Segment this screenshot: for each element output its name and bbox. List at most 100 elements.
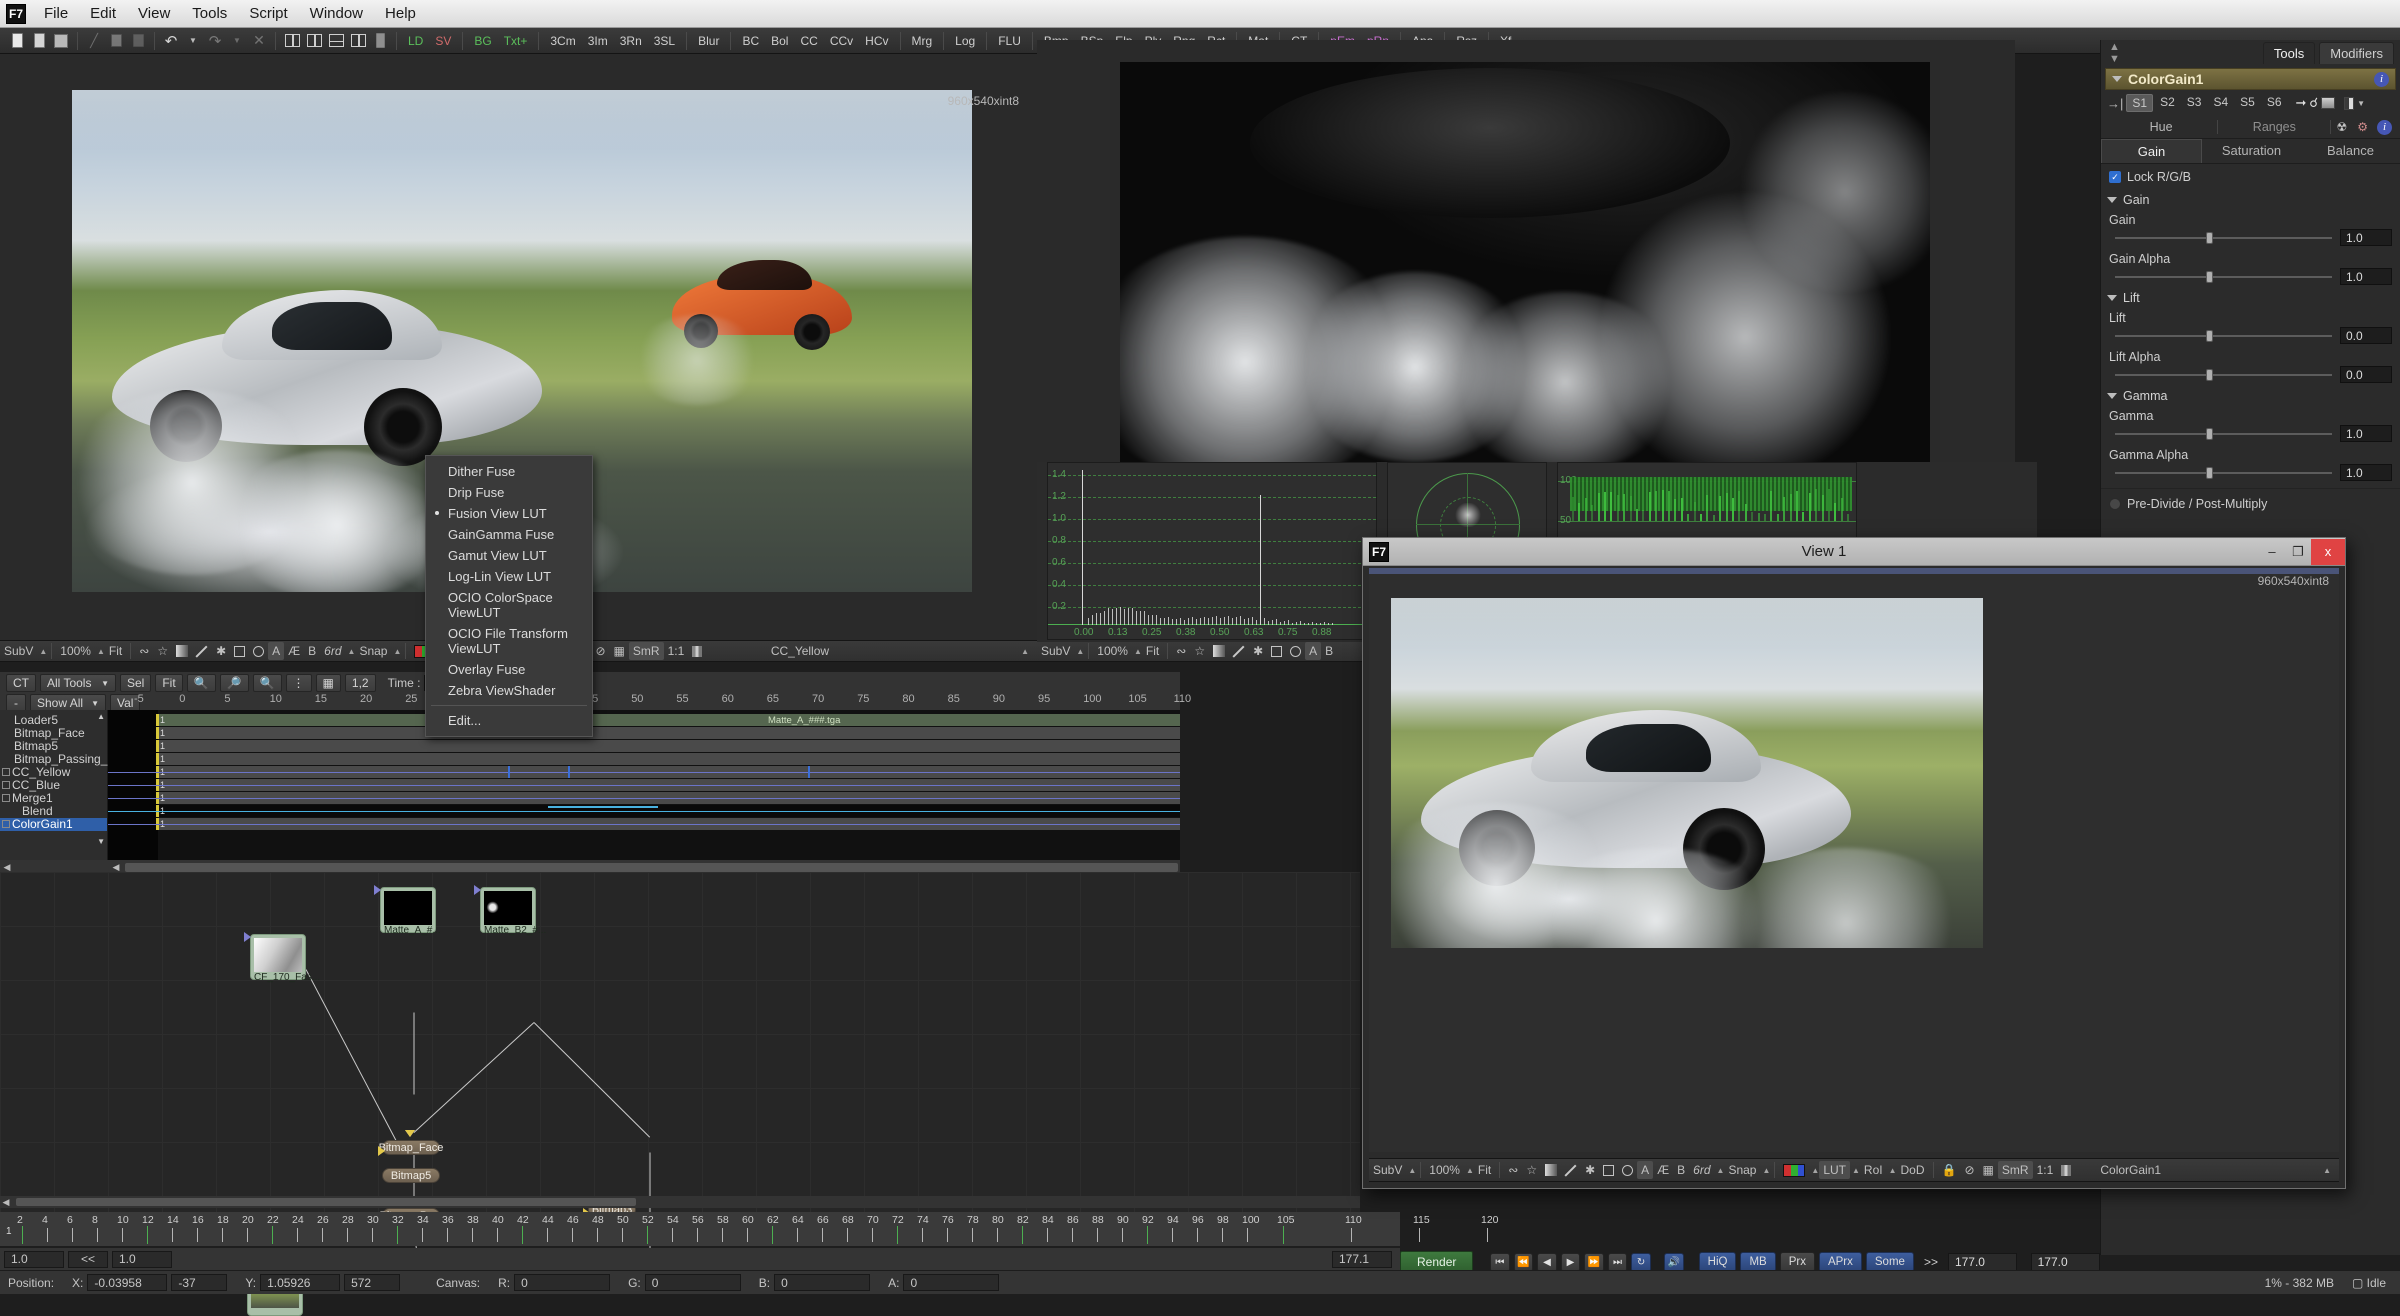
spline-icon[interactable]: ∾ <box>135 642 153 660</box>
toolbar-shortcut-sv[interactable]: SV <box>431 32 455 50</box>
timeline-tree[interactable]: ▲▼Loader5Bitmap_FaceBitmap5Bitmap_Passin… <box>0 710 108 860</box>
close-button[interactable]: x <box>2311 539 2345 565</box>
flow-hscroll[interactable]: ◀ <box>0 1196 1360 1208</box>
spread-icon[interactable]: ⋮ <box>286 674 312 692</box>
pre-divide-row[interactable]: Pre-Divide / Post-Multiply <box>2101 488 2400 519</box>
fast-forward-icon[interactable]: ⏩ <box>1584 1253 1604 1272</box>
view1-ellipse-icon[interactable] <box>1618 1161 1637 1179</box>
pre-divide-checkbox[interactable] <box>2109 498 2121 510</box>
view1-histogram-icon[interactable] <box>2057 1161 2075 1179</box>
tool-header[interactable]: ColorGain1 i <box>2105 68 2396 90</box>
flow-scroll-left-icon[interactable]: ◀ <box>0 1197 12 1208</box>
view1-subview-button[interactable]: SubV <box>1369 1161 1406 1179</box>
slider-handle[interactable] <box>2206 330 2213 342</box>
minimize-button[interactable]: – <box>2259 542 2285 562</box>
node-bitmap-face[interactable]: Bitmap_Face <box>382 1140 440 1155</box>
all-tools-dropdown[interactable]: All Tools▼ <box>40 674 116 692</box>
slider-handle[interactable] <box>2206 467 2213 479</box>
paste-icon[interactable] <box>128 31 148 51</box>
timeline-tracks[interactable]: 111111111Matte_A_###.tga <box>108 710 1180 860</box>
toolbar-shortcut-ccv[interactable]: CCv <box>826 32 857 50</box>
menu-item-view[interactable]: View <box>127 2 181 26</box>
toolbar-shortcut-3rn[interactable]: 3Rn <box>616 32 646 50</box>
group-collapse-icon[interactable] <box>2107 197 2117 203</box>
section-tab-hue[interactable]: Hue <box>2105 116 2217 138</box>
control-value-field[interactable]: 0.0 <box>2340 327 2392 344</box>
transport-mode-prx[interactable]: Prx <box>1780 1252 1815 1272</box>
sel-button[interactable]: Sel <box>120 674 151 692</box>
histogram-scope[interactable]: 1.41.21.00.80.60.40.20.000.130.250.380.5… <box>1047 462 1377 640</box>
view1-rect-icon[interactable] <box>1599 1161 1618 1179</box>
slider-handle[interactable] <box>2206 428 2213 440</box>
state-button-s5[interactable]: S5 <box>2235 94 2260 112</box>
grid-icon[interactable]: ▦ <box>316 674 341 692</box>
scroll-left-icon[interactable]: ◀ <box>0 862 14 873</box>
pen-icon-right[interactable]: ✱ <box>1249 642 1267 660</box>
view1-text-b-button[interactable]: B <box>1673 1161 1689 1179</box>
toolbar-shortcut-3cm[interactable]: 3Cm <box>546 32 579 50</box>
transport-mode-aprx[interactable]: APrx <box>1819 1252 1862 1272</box>
zoom-level[interactable]: 100% <box>56 642 95 660</box>
transport-mode-some[interactable]: Some <box>1866 1252 1914 1272</box>
lut-menu-item-gaingamma-fuse[interactable]: GainGamma Fuse <box>426 524 592 545</box>
pen-icon[interactable]: ✱ <box>212 642 230 660</box>
node-graph[interactable]: Matte_A_#...Matte_B2_#...CF_170_Fas...Bi… <box>0 872 1360 1212</box>
view1-fit-button[interactable]: Fit <box>1474 1161 1495 1179</box>
slider-track[interactable] <box>2115 374 2332 376</box>
lut-menu-item-ocio-file-transform-viewlut[interactable]: OCIO File Transform ViewLUT <box>426 623 592 659</box>
menu-item-tools[interactable]: Tools <box>181 2 238 26</box>
scroll-track-left-icon[interactable]: ◀ <box>109 862 123 873</box>
first-frame-icon[interactable]: ⏮ <box>1490 1253 1510 1272</box>
toolbar-shortcut-log[interactable]: Log <box>951 32 979 50</box>
fit-button-spline[interactable]: Fit <box>155 674 182 692</box>
view1-rgb-channel-chip[interactable] <box>1779 1161 1809 1179</box>
play-icon[interactable]: ▶ <box>1561 1253 1581 1272</box>
timeline-ruler[interactable]: -505101520253035404550556065707580859095… <box>108 692 1180 710</box>
toolbar-shortcut-bg[interactable]: BG <box>470 32 495 50</box>
node-matte-a[interactable]: Matte_A_#... <box>380 887 436 933</box>
frame-nav-button[interactable]: << <box>68 1251 108 1268</box>
loop-icon[interactable]: ↻ <box>1631 1253 1651 1272</box>
toolbar-shortcut-mrg[interactable]: Mrg <box>908 32 937 50</box>
subview-button-right[interactable]: SubV <box>1037 642 1074 660</box>
toolbar-shortcut-cc[interactable]: CC <box>796 32 821 50</box>
grd-button[interactable]: 6rd <box>320 642 345 660</box>
subtab-gain[interactable]: Gain <box>2101 139 2202 163</box>
menu-item-file[interactable]: File <box>33 2 79 26</box>
view1-gradient-icon[interactable] <box>1541 1161 1561 1179</box>
transport-overflow[interactable]: >> <box>1918 1255 1944 1269</box>
control-value-field[interactable]: 1.0 <box>2340 268 2392 285</box>
timeline-track[interactable] <box>158 740 1180 752</box>
node-output-connector[interactable] <box>374 885 381 895</box>
redo-icon[interactable]: ↷ <box>205 31 225 51</box>
ct-button[interactable]: CT <box>6 674 36 692</box>
text-a-button[interactable]: A <box>268 642 284 660</box>
slider-track[interactable] <box>2115 335 2332 337</box>
timeline-track[interactable] <box>158 714 1180 726</box>
view1-smr-button[interactable]: SmR <box>1998 1161 2033 1179</box>
spline-icon-right[interactable]: ∾ <box>1172 642 1190 660</box>
gradient-icon[interactable] <box>172 642 192 660</box>
lut-menu-item-gamut-view-lut[interactable]: Gamut View LUT <box>426 545 592 566</box>
frame-current-field[interactable]: 1.0 <box>112 1251 172 1268</box>
toolbar-shortcut-3sl[interactable]: 3SL <box>650 32 679 50</box>
view1-snap-button[interactable]: Snap <box>1724 1161 1760 1179</box>
text-a-button-right[interactable]: A <box>1305 642 1321 660</box>
bottom-time-ruler[interactable]: 2468101214161820222426283032343638404244… <box>0 1212 1400 1246</box>
node-output-connector[interactable] <box>244 932 251 942</box>
view1-grd-button[interactable]: 6rd <box>1689 1161 1714 1179</box>
gear-icon[interactable]: ⚙ <box>2352 120 2373 134</box>
view1-circle-slash-icon[interactable]: ⊘ <box>1960 1161 1978 1179</box>
timeline-keyframe[interactable] <box>568 766 570 778</box>
keyframe-icon[interactable]: ☆ <box>153 642 172 660</box>
lock-rgb-row[interactable]: ✓ Lock R/G/B <box>2101 164 2400 190</box>
toolbar-shortcut-ld[interactable]: LD <box>404 32 427 50</box>
node-bitmap5[interactable]: Bitmap5 <box>382 1168 440 1183</box>
menu-item-help[interactable]: Help <box>374 2 427 26</box>
cut-icon[interactable]: ╱ <box>84 31 104 51</box>
open-comp-icon[interactable] <box>29 31 49 51</box>
histogram-icon[interactable] <box>688 642 706 660</box>
key-icon[interactable]: ☌ <box>2309 95 2318 111</box>
text-b-button[interactable]: B <box>304 642 320 660</box>
viewer-right-image[interactable] <box>1120 62 1930 487</box>
